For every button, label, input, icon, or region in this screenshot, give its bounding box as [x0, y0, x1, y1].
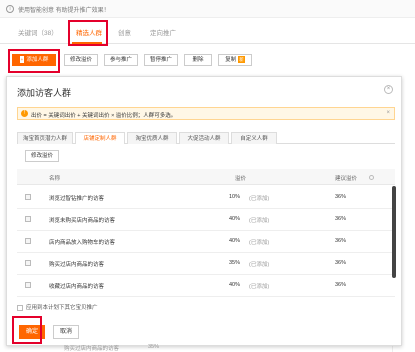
notice-bar: i 使用智能创意 有助提升推广效果！ — [0, 0, 415, 18]
col-suggested: 建议溢价 — [335, 176, 358, 182]
tab-homepage-potential[interactable]: 淘宝首页潜力人群 — [17, 132, 73, 144]
row-premium: 35% — [229, 260, 241, 266]
add-visitor-crowd-modal: 添加访客人群 × ! 出价 = 关键词出价 + 关键词出价 × 溢价比例；人群可… — [6, 76, 402, 346]
tab-quality-crowd[interactable]: 淘宝优质人群 — [127, 132, 177, 144]
row-status: (已添加) — [249, 218, 270, 224]
warning-text: 出价 = 关键词出价 + 关键词出价 × 溢价比例；人群可多选。 — [31, 113, 177, 119]
main-tabs: 关键词（38） 精选人群 创意 定向推广 — [0, 18, 415, 44]
highlight-box-add — [8, 49, 60, 73]
tab-targeting[interactable]: 定向推广 — [150, 27, 176, 37]
copy-button[interactable]: 复制新 — [218, 54, 252, 66]
warning-bar: ! 出价 = 关键词出价 + 关键词出价 × 溢价比例；人群可多选。 × — [17, 107, 395, 120]
pause-promo-button[interactable]: 暂停推广 — [144, 54, 178, 66]
row-status: (已添加) — [249, 262, 270, 268]
cancel-button[interactable]: 取消 — [53, 325, 79, 339]
table-row: 店内商品放入购物车的访客 40% (已添加) 36% — [17, 231, 395, 253]
col-premium: 溢价 — [235, 176, 247, 182]
row-suggested: 36% — [335, 194, 347, 200]
close-icon[interactable]: × — [384, 85, 393, 94]
row-suggested: 36% — [335, 238, 347, 244]
row-name: 收藏过店内商品的访客 — [49, 284, 105, 290]
highlight-box-tab — [68, 20, 108, 46]
row-premium: 40% — [229, 216, 241, 222]
tab-custom-crowd[interactable]: 自定义人群 — [231, 132, 277, 144]
table-header: 名称 溢价 建议溢价 — [17, 169, 395, 185]
warning-icon: ! — [21, 110, 28, 117]
row-name: 购买过店内商品的访客 — [49, 262, 105, 268]
apply-all-label: 应用到本计划下其它宝贝推广 — [26, 305, 98, 311]
edit-bid-toolbar-button[interactable]: 修改溢价 — [64, 54, 98, 66]
row-checkbox[interactable] — [25, 282, 31, 288]
apply-all-box[interactable] — [17, 304, 23, 311]
crowd-type-tabs: 淘宝首页潜力人群 店铺定制人群 淘宝优质人群 大促活动人群 自定义人群 — [17, 132, 395, 144]
row-checkbox[interactable] — [25, 260, 31, 266]
row-name: 店内商品放入购物车的访客 — [49, 240, 116, 246]
col-name: 名称 — [49, 176, 61, 182]
row-premium: 40% — [229, 282, 241, 288]
row-premium: 10% — [229, 194, 241, 200]
tab-creative[interactable]: 创意 — [118, 27, 131, 37]
edit-bid-button[interactable]: 修改溢价 — [25, 150, 59, 162]
copy-new-badge: 新 — [238, 56, 245, 63]
modal-title: 添加访客人群 — [17, 88, 72, 98]
table-row: 浏览未购买店内商品的访客 40% (已添加) 36% — [17, 209, 395, 231]
table-row: 收藏过店内商品的访客 40% (已添加) 36% — [17, 275, 395, 297]
row-suggested: 36% — [335, 260, 347, 266]
row-name: 浏览未购买店内商品的访客 — [49, 218, 116, 224]
underlying-row: 购买过店内商品的访客 35% — [0, 344, 415, 352]
tab-promo-event[interactable]: 大促活动人群 — [179, 132, 229, 144]
notice-text: 使用智能创意 有助提升推广效果！ — [18, 8, 110, 14]
apply-all-checkbox[interactable]: 应用到本计划下其它宝贝推广 — [17, 303, 98, 311]
delete-button[interactable]: 删除 — [184, 54, 212, 66]
tab-store-custom[interactable]: 店铺定制人群 — [75, 132, 125, 144]
modal-scrollbar[interactable] — [392, 186, 396, 278]
row-status: (已添加) — [249, 240, 270, 246]
info-icon: i — [6, 5, 14, 13]
table-row: 浏览过智钻推广的访客 10% (已添加) 36% — [17, 187, 395, 209]
join-promo-button[interactable]: 参与推广 — [104, 54, 138, 66]
row-suggested: 36% — [335, 282, 347, 288]
row-suggested: 36% — [335, 216, 347, 222]
row-premium: 40% — [229, 238, 241, 244]
row-status: (已添加) — [249, 284, 270, 290]
row-checkbox[interactable] — [25, 238, 31, 244]
underlying-row-value: 35% — [148, 344, 160, 350]
help-icon — [369, 175, 374, 180]
underlying-row-name: 购买过店内商品的访客 — [64, 346, 120, 352]
warning-close-icon[interactable]: × — [386, 110, 390, 116]
row-name: 浏览过智钻推广的访客 — [49, 196, 105, 202]
copy-label: 复制 — [225, 57, 237, 63]
table-row: 购买过店内商品的访客 35% (已添加) 36% — [17, 253, 395, 275]
row-status: (已添加) — [249, 196, 270, 202]
row-checkbox[interactable] — [25, 194, 31, 200]
highlight-box-ok — [12, 316, 42, 344]
tab-keywords[interactable]: 关键词（38） — [18, 27, 58, 37]
row-checkbox[interactable] — [25, 216, 31, 222]
